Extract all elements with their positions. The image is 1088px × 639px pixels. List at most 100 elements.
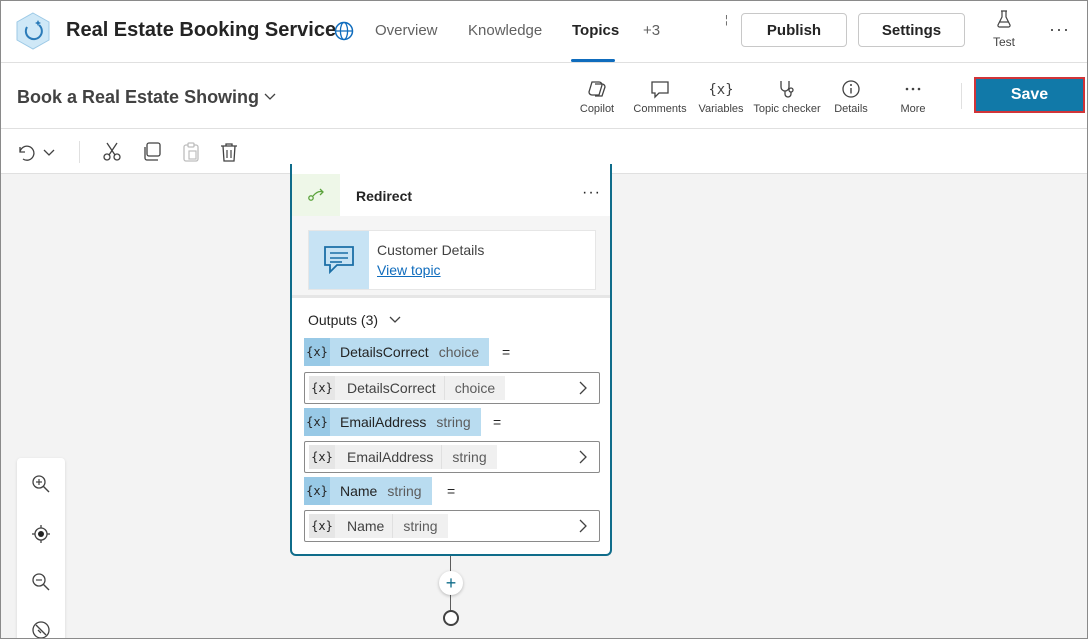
view-topic-link[interactable]: View topic — [377, 262, 441, 278]
topic-ref-section: Customer Details View topic — [292, 216, 610, 298]
topic-checker-button[interactable]: Topic checker — [752, 79, 822, 115]
end-node — [443, 610, 459, 626]
variable-icon: {x} — [309, 514, 335, 538]
variable-type: string — [452, 449, 487, 465]
output-name: EmailAddress — [340, 414, 427, 430]
topic-reference-card: Customer Details View topic — [308, 230, 596, 290]
equals-sign: = — [502, 344, 511, 360]
toolbar-separator — [79, 141, 80, 163]
app-title: Real Estate Booking Service — [66, 19, 337, 41]
redirect-icon — [292, 174, 340, 216]
variable-chip: EmailAddress string — [309, 445, 497, 469]
equals-sign: = — [447, 483, 456, 499]
copilot-label: Copilot — [579, 103, 615, 115]
more-label: More — [900, 103, 926, 115]
paste-icon[interactable] — [180, 141, 202, 163]
add-node-button[interactable]: + — [439, 571, 463, 595]
test-button[interactable]: Test — [986, 9, 1022, 53]
outputs-label: Outputs (3) — [308, 312, 379, 328]
variables-icon: {x} — [710, 82, 732, 98]
delete-icon[interactable] — [218, 141, 240, 163]
output-name: DetailsCorrect — [340, 344, 429, 360]
chevron-right-icon — [579, 381, 587, 395]
output-name: Name — [340, 483, 378, 499]
app-logo-icon[interactable] — [13, 11, 53, 51]
stethoscope-icon — [780, 81, 794, 98]
authoring-canvas[interactable]: Redirect ··· Customer Details View topic — [1, 164, 1087, 638]
variables-label: Variables — [698, 103, 744, 115]
more-button[interactable]: More — [895, 79, 931, 115]
output-type: choice — [438, 344, 480, 360]
variable-type: choice — [454, 380, 496, 396]
tab-knowledge[interactable]: Knowledge — [468, 22, 542, 39]
chevron-right-icon — [579, 450, 587, 464]
output-chip-name: {x} Name string — [304, 477, 432, 505]
active-tab-indicator — [571, 59, 615, 62]
save-button[interactable]: Save — [974, 77, 1085, 113]
overflow-mark: ¦ — [725, 14, 728, 26]
svg-text:{x}: {x} — [710, 82, 732, 98]
equals-sign: = — [493, 414, 502, 430]
output-type: string — [436, 414, 471, 430]
node-title: Redirect — [356, 188, 413, 204]
copilot-icon — [588, 81, 606, 97]
outputs-toggle[interactable]: Outputs (3) — [308, 312, 402, 328]
node-header: Redirect ··· — [292, 174, 610, 216]
variables-button[interactable]: {x} Variables — [697, 79, 745, 115]
tab-topics[interactable]: Topics — [572, 22, 619, 39]
tab-more-count[interactable]: +3 — [643, 22, 660, 39]
variable-name: DetailsCorrect — [339, 376, 445, 400]
minimap-icon[interactable] — [31, 620, 51, 638]
variable-icon: {x} — [309, 445, 335, 469]
top-bar: Real Estate Booking Service Overview Kno… — [1, 1, 1087, 63]
variable-icon: {x} — [304, 477, 330, 505]
details-button[interactable]: Details — [831, 79, 871, 115]
info-icon — [842, 80, 860, 98]
cut-icon[interactable] — [101, 141, 123, 163]
chevron-down-icon[interactable] — [263, 89, 277, 103]
zoom-out-icon[interactable] — [31, 572, 51, 592]
output-chip-emailaddress: {x} EmailAddress string — [304, 408, 481, 436]
variable-field-name[interactable]: Name string {x} — [304, 510, 600, 542]
chat-message-icon — [309, 231, 369, 289]
topic-ref-name: Customer Details — [377, 242, 485, 258]
variable-icon: {x} — [304, 408, 330, 436]
output-type: string — [387, 483, 422, 499]
locate-icon[interactable] — [31, 524, 51, 544]
globe-icon[interactable] — [334, 21, 354, 41]
output-chip-detailscorrect: {x} DetailsCorrect choice — [304, 338, 490, 366]
details-label: Details — [834, 103, 868, 115]
variable-name: EmailAddress — [339, 445, 443, 469]
toolbar-divider — [961, 83, 962, 109]
undo-icon[interactable] — [15, 141, 37, 163]
settings-button[interactable]: Settings — [858, 13, 965, 47]
copilot-button[interactable]: Copilot — [577, 79, 617, 115]
topic-name[interactable]: Book a Real Estate Showing — [17, 87, 259, 108]
undo-menu-chevron-icon[interactable] — [41, 141, 63, 163]
zoom-controls — [17, 458, 65, 638]
tab-overview[interactable]: Overview — [375, 22, 438, 39]
variable-type: string — [403, 518, 438, 534]
publish-button[interactable]: Publish — [741, 13, 847, 47]
more-icon — [905, 87, 921, 91]
flask-icon — [997, 10, 1011, 28]
topic-checker-label: Topic checker — [753, 103, 821, 115]
more-options-icon[interactable]: ··· — [1049, 19, 1070, 40]
variable-icon: {x} — [304, 338, 330, 366]
comments-button[interactable]: Comments — [631, 79, 689, 115]
variable-icon: {x} — [309, 376, 335, 400]
variable-field-detailscorrect[interactable]: DetailsCorrect choice {x} — [304, 372, 600, 404]
redirect-node[interactable]: Redirect ··· Customer Details View topic — [290, 164, 612, 556]
node-more-icon[interactable]: ··· — [582, 184, 601, 202]
variable-name: Name — [339, 514, 394, 538]
topic-toolbar: Book a Real Estate Showing Copilot Comme… — [1, 63, 1087, 129]
variable-chip: DetailsCorrect choice — [309, 376, 506, 400]
variable-field-emailaddress[interactable]: EmailAddress string {x} — [304, 441, 600, 473]
chevron-right-icon — [579, 519, 587, 533]
comment-icon — [651, 81, 669, 99]
comments-label: Comments — [633, 103, 687, 115]
copy-icon[interactable] — [141, 141, 163, 163]
test-label: Test — [992, 35, 1015, 49]
chevron-down-icon — [389, 316, 401, 323]
zoom-in-icon[interactable] — [31, 474, 51, 494]
